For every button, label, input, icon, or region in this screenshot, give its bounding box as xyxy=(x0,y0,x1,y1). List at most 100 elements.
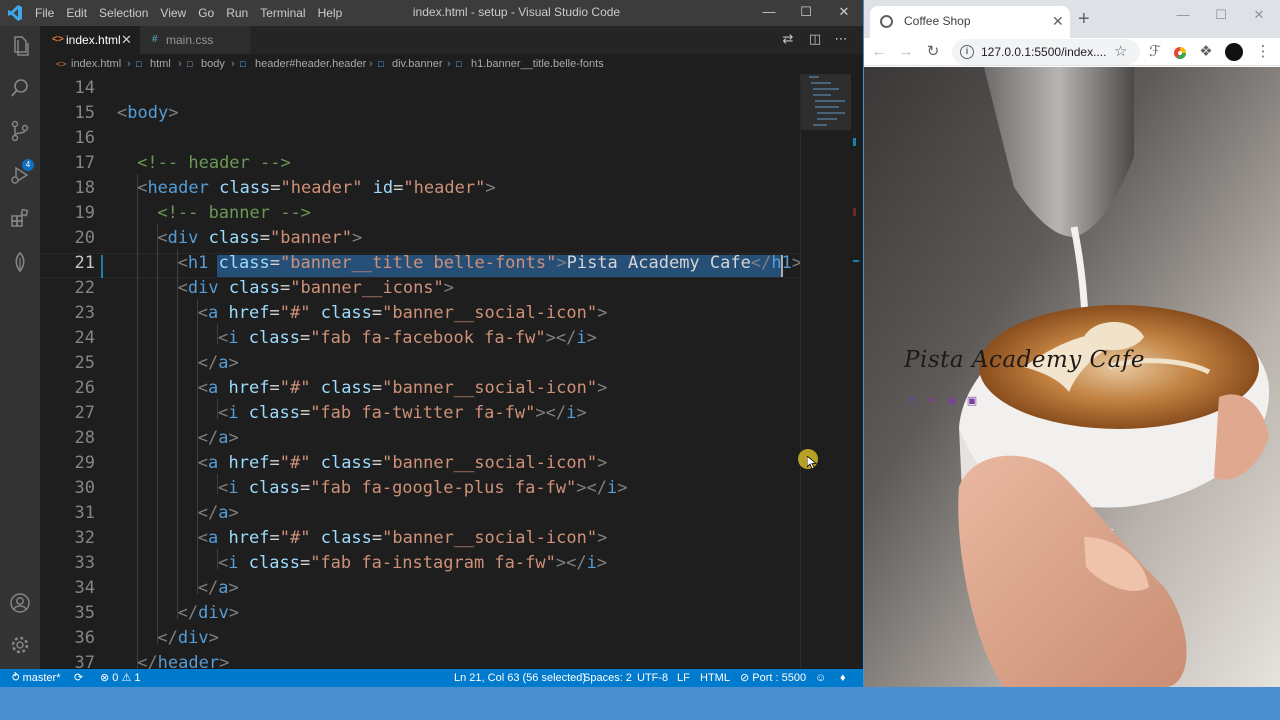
branch-name: master* xyxy=(22,672,61,684)
menu-edit[interactable]: Edit xyxy=(66,0,94,26)
code-line[interactable]: 15 <body> xyxy=(40,101,800,126)
puzzle-extensions-icon[interactable]: ❖ xyxy=(1195,41,1217,63)
settings-gear-icon[interactable] xyxy=(8,633,32,657)
menu-file[interactable]: File xyxy=(35,0,61,26)
branch-status[interactable]: ⥁ master* xyxy=(12,669,60,687)
code-text: <a href="#" class="banner__social-icon"> xyxy=(197,453,608,473)
reload-icon[interactable]: ↻ xyxy=(922,41,944,63)
code-line[interactable]: 37 </header> xyxy=(40,651,800,669)
language-mode[interactable]: HTML xyxy=(700,669,730,687)
extension-icon[interactable]: ℱ xyxy=(1144,41,1166,63)
sync-icon[interactable]: ⟳ xyxy=(74,669,83,687)
tab-label: index.html xyxy=(66,33,121,47)
tab-index-html[interactable]: <> index.html ✕ xyxy=(40,26,140,54)
new-tab-button[interactable]: + xyxy=(1078,8,1090,30)
explorer-icon[interactable] xyxy=(8,34,32,58)
warning-count: 1 xyxy=(134,672,141,684)
color-extension-icon[interactable] xyxy=(1173,46,1187,60)
menu-selection[interactable]: Selection xyxy=(99,0,155,26)
menu-help[interactable]: Help xyxy=(318,0,350,26)
breadcrumb-item[interactable]: index.html xyxy=(71,54,121,74)
live-server-status[interactable]: ⊘ Port : 5500 xyxy=(740,669,806,687)
breadcrumb-item[interactable]: h1.banner__title.belle-fonts xyxy=(471,54,604,74)
code-line[interactable]: 28 </a> xyxy=(40,426,800,451)
facebook-icon[interactable]: f xyxy=(906,395,918,407)
run-debug-icon[interactable] xyxy=(8,163,32,187)
code-line[interactable]: 14 xyxy=(40,76,800,101)
breadcrumb-item[interactable]: html xyxy=(150,54,171,74)
google-plus-icon[interactable]: ◉ xyxy=(946,395,958,407)
code-line[interactable]: 35 </div> xyxy=(40,601,800,626)
notifications-bell-icon[interactable]: ♦ xyxy=(840,669,846,687)
address-bar[interactable]: i 127.0.0.1:5500/index.... ☆ xyxy=(952,39,1140,65)
code-line[interactable]: 27 <i class="fab fa-twitter fa-fw"></i> xyxy=(40,401,800,426)
close-button[interactable]: ✕ xyxy=(826,0,862,26)
problems-status[interactable]: ⊗ 0 ⚠ 1 xyxy=(100,669,141,687)
more-actions-icon[interactable]: ⋯ xyxy=(833,31,849,47)
breadcrumb-item[interactable]: header#header.header xyxy=(255,54,366,74)
twitter-icon[interactable]: ✦ xyxy=(926,395,938,407)
menu-go[interactable]: Go xyxy=(198,0,221,26)
browser-maximize-button[interactable]: ☐ xyxy=(1202,2,1240,30)
end-of-line[interactable]: LF xyxy=(677,669,690,687)
line-number: 24 xyxy=(74,328,95,348)
minimap-error-marker xyxy=(853,208,856,216)
bookmark-star-icon[interactable]: ☆ xyxy=(1114,39,1127,65)
instagram-icon[interactable]: ▣ xyxy=(966,395,978,407)
open-changes-icon[interactable]: ⇄ xyxy=(780,31,796,47)
code-line[interactable]: 32 <a href="#" class="banner__social-icon… xyxy=(40,526,800,551)
close-tab-icon[interactable]: ✕ xyxy=(1052,6,1064,36)
code-line[interactable]: 31 </a> xyxy=(40,501,800,526)
code-text: </div> xyxy=(177,603,240,623)
code-line[interactable]: 33 <i class="fab fa-instagram fa-fw"></i> xyxy=(40,551,800,576)
cursor-position[interactable]: Ln 21, Col 63 (56 selected) xyxy=(454,669,586,687)
code-line[interactable]: 29 <a href="#" class="banner__social-icon… xyxy=(40,451,800,476)
tab-close-icon[interactable]: ✕ xyxy=(121,26,132,54)
menu-run[interactable]: Run xyxy=(226,0,255,26)
code-line[interactable]: 16 xyxy=(40,126,800,151)
breadcrumb-item[interactable]: body xyxy=(201,54,225,74)
code-line[interactable]: 17 <!-- header --> xyxy=(40,151,800,176)
breadcrumb-item[interactable]: div.banner xyxy=(392,54,443,74)
code-line[interactable]: 19 <!-- banner --> xyxy=(40,201,800,226)
account-icon[interactable] xyxy=(8,591,32,615)
encoding[interactable]: UTF-8 xyxy=(637,669,668,687)
code-line[interactable]: 22 <div class="banner__icons"> xyxy=(40,276,800,301)
menu-terminal[interactable]: Terminal xyxy=(260,0,312,26)
code-line[interactable]: 21 <h1 class="banner__title belle-fonts">… xyxy=(40,251,800,276)
menu-view[interactable]: View xyxy=(160,0,193,26)
profile-avatar[interactable] xyxy=(1225,43,1243,61)
source-control-icon[interactable] xyxy=(8,119,32,143)
code-editor[interactable]: 14 15 <body> 16 17 <!-- header --> 18 <header c… xyxy=(40,74,800,669)
line-number: 34 xyxy=(74,578,95,598)
code-line[interactable]: 18 <header class="header" id="header"> xyxy=(40,176,800,201)
back-arrow-icon[interactable]: ← xyxy=(868,41,890,63)
indentation[interactable]: Spaces: 2 xyxy=(583,669,632,687)
minimap[interactable] xyxy=(800,74,863,669)
browser-tab[interactable]: Coffee Shop ✕ xyxy=(870,6,1070,38)
code-text: <!-- banner --> xyxy=(157,203,311,223)
code-line[interactable]: 36 </div> xyxy=(40,626,800,651)
search-icon[interactable] xyxy=(8,76,32,100)
tab-main-css[interactable]: # main.css xyxy=(140,26,250,54)
extensions-icon[interactable] xyxy=(8,206,32,230)
code-line[interactable]: 24 <i class="fab fa-facebook fa-fw"></i> xyxy=(40,326,800,351)
browser-minimize-button[interactable]: — xyxy=(1164,2,1202,30)
code-line[interactable]: 23 <a href="#" class="banner__social-icon… xyxy=(40,301,800,326)
code-line[interactable]: 20 <div class="banner"> xyxy=(40,226,800,251)
mongodb-leaf-icon[interactable] xyxy=(8,250,32,274)
feedback-icon[interactable]: ☺ xyxy=(815,669,826,687)
site-info-icon[interactable]: i xyxy=(960,45,974,59)
code-text: <div class="banner__icons"> xyxy=(177,278,455,298)
code-line[interactable]: 26 <a href="#" class="banner__social-icon… xyxy=(40,376,800,401)
code-line[interactable]: 25 </a> xyxy=(40,351,800,376)
split-editor-icon[interactable]: ◫ xyxy=(807,31,823,47)
forward-arrow-icon[interactable]: → xyxy=(895,41,917,63)
maximize-button[interactable]: ☐ xyxy=(788,0,824,26)
chrome-menu-icon[interactable]: ⋮ xyxy=(1252,41,1274,63)
browser-close-button[interactable]: ✕ xyxy=(1240,2,1278,30)
code-line[interactable]: 34 </a> xyxy=(40,576,800,601)
minimize-button[interactable]: — xyxy=(751,0,787,26)
minimap-line xyxy=(813,88,839,90)
code-line[interactable]: 30 <i class="fab fa-google-plus fa-fw"></… xyxy=(40,476,800,501)
